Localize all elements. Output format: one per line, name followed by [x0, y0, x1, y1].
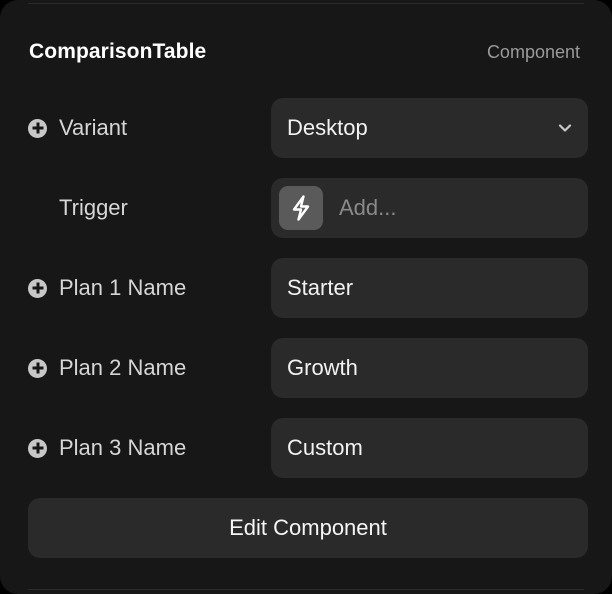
- plus-circle-icon[interactable]: [28, 438, 47, 458]
- plus-circle-icon[interactable]: [28, 118, 47, 138]
- chevron-down-icon: [558, 124, 572, 132]
- plan-3-label: Plan 3 Name: [59, 435, 187, 460]
- variant-select[interactable]: Desktop: [271, 98, 588, 158]
- property-label-plan-3: Plan 3 Name: [28, 418, 186, 478]
- property-row-trigger: Trigger Add...: [0, 178, 612, 238]
- trigger-label: Trigger: [59, 195, 128, 220]
- plan-2-value: Growth: [287, 355, 358, 380]
- panel-header: ComparisonTable Component: [29, 38, 580, 66]
- property-label-trigger: Trigger: [28, 178, 128, 238]
- property-row-plan-3: Plan 3 Name Custom: [0, 418, 612, 478]
- plan-2-label: Plan 2 Name: [59, 355, 187, 380]
- plus-circle-icon[interactable]: [28, 358, 47, 378]
- edit-component-button[interactable]: Edit Component: [28, 498, 588, 558]
- plan-1-value: Starter: [287, 275, 354, 300]
- trigger-placeholder: Add...: [339, 195, 397, 220]
- bottom-divider: [28, 589, 584, 590]
- property-row-plan-1: Plan 1 Name Starter: [0, 258, 612, 318]
- lightning-bolt-icon: [279, 186, 323, 230]
- plan-3-name-input[interactable]: Custom: [271, 418, 588, 478]
- property-label-plan-2: Plan 2 Name: [28, 338, 186, 398]
- plan-1-name-input[interactable]: Starter: [271, 258, 588, 318]
- component-title: ComparisonTable: [29, 40, 207, 63]
- property-row-variant: Variant Desktop: [0, 98, 612, 158]
- component-kind-label: Component: [486, 41, 580, 62]
- trigger-field[interactable]: Add...: [271, 178, 588, 238]
- plan-3-value: Custom: [287, 435, 363, 460]
- plan-2-name-input[interactable]: Growth: [271, 338, 588, 398]
- variant-value: Desktop: [287, 115, 368, 140]
- plan-1-label: Plan 1 Name: [59, 275, 187, 300]
- top-divider: [28, 3, 584, 4]
- properties-panel: ComparisonTable Component Variant Deskto…: [0, 0, 612, 594]
- variant-label: Variant: [59, 115, 128, 140]
- property-row-plan-2: Plan 2 Name Growth: [0, 338, 612, 398]
- property-label-plan-1: Plan 1 Name: [28, 258, 186, 318]
- plus-circle-icon[interactable]: [28, 278, 47, 298]
- property-label-variant: Variant: [28, 98, 127, 158]
